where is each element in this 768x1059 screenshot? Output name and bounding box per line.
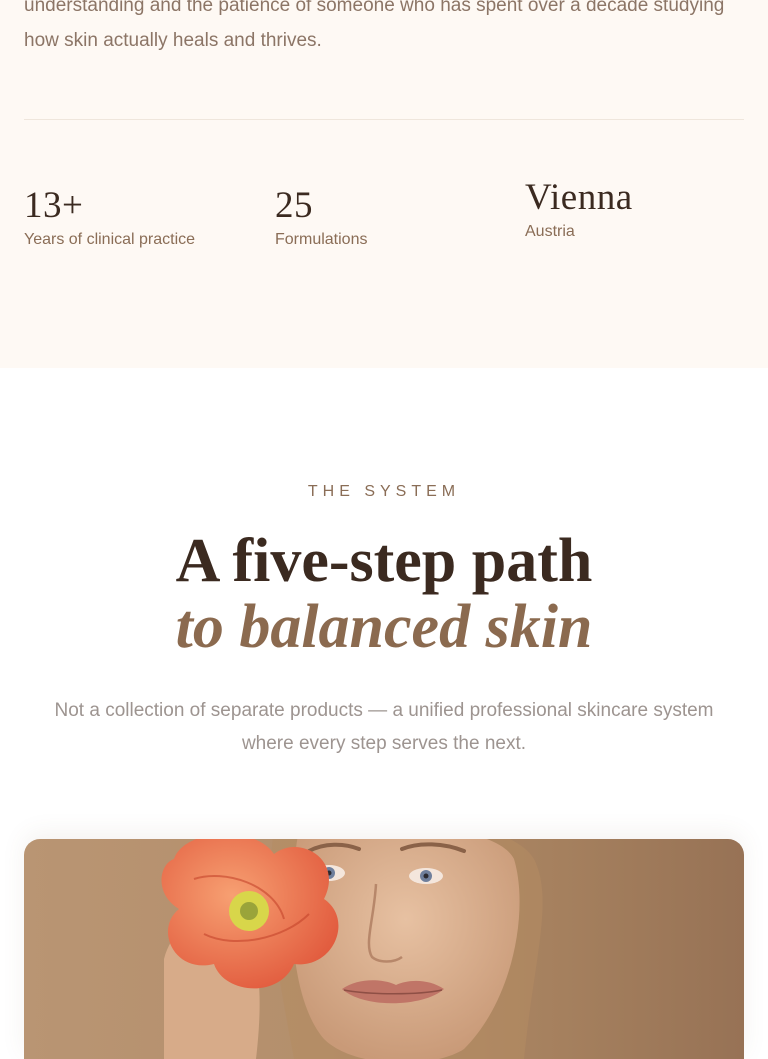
section-headline: A five-step path to balanced skin: [0, 528, 768, 660]
hero-image: [24, 839, 744, 1059]
section-divider: [24, 119, 744, 120]
system-section: THE SYSTEM A five-step path to balanced …: [0, 368, 768, 1059]
stat-label: Years of clinical practice: [24, 231, 196, 248]
stat-label: Austria: [525, 223, 575, 240]
stat-formulations: 25 Formulations: [275, 186, 367, 250]
stat-label: Formulations: [275, 231, 368, 248]
portrait-illustration: [161, 839, 543, 1059]
stat-value: 13+: [24, 185, 84, 226]
stat-value: Vienna: [525, 177, 633, 218]
headline-line-2: to balanced skin: [175, 593, 593, 661]
stat-location: Vienna Austria: [525, 178, 633, 242]
stat-years: 13+ Years of clinical practice: [24, 186, 195, 250]
about-paragraph: understanding and the patience of someon…: [24, 0, 725, 51]
section-lede: Not a collection of separate products — …: [54, 700, 714, 754]
stat-value: 25: [275, 185, 313, 226]
about-section: understanding and the patience of someon…: [0, 0, 768, 368]
section-eyebrow: THE SYSTEM: [307, 483, 461, 500]
headline-line-1: A five-step path: [175, 527, 593, 595]
